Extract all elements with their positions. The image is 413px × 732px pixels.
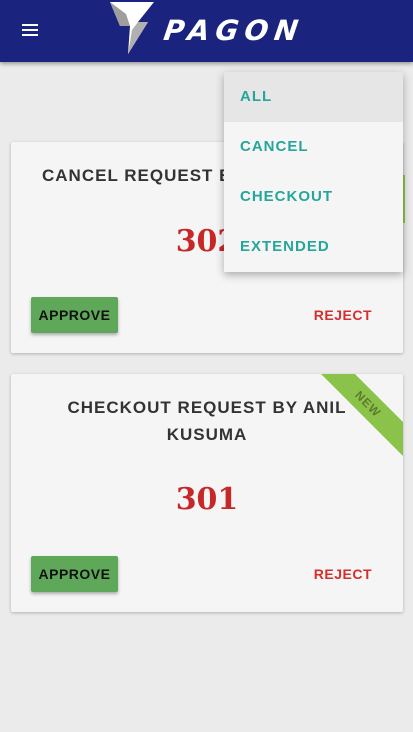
filter-option-extended[interactable]: EXTENDED	[224, 222, 403, 272]
filter-dropdown-menu: ALL CANCEL CHECKOUT EXTENDED	[224, 72, 403, 272]
logo-mark-icon	[110, 2, 154, 54]
pagon-logo: PAGON	[108, 0, 308, 58]
new-ribbon-edge	[403, 175, 405, 223]
filter-option-all[interactable]: ALL	[224, 72, 403, 122]
filter-option-checkout[interactable]: CHECKOUT	[224, 172, 403, 222]
request-number: 301	[175, 482, 239, 517]
approve-button[interactable]: APPROVE	[31, 297, 118, 333]
app-bar: PAGON	[0, 0, 413, 62]
reject-button[interactable]: REJECT	[314, 307, 372, 323]
request-title: CHECKOUT REQUEST BY ANIL KUSUMA	[67, 398, 347, 444]
request-card: NEW CHECKOUT REQUEST BY ANIL KUSUMA 301 …	[11, 374, 403, 612]
logo-wordmark: PAGON	[161, 14, 307, 47]
approve-button[interactable]: APPROVE	[31, 556, 118, 592]
filter-option-cancel[interactable]: CANCEL	[224, 122, 403, 172]
hamburger-menu-icon[interactable]	[19, 20, 43, 42]
reject-button[interactable]: REJECT	[314, 566, 372, 582]
